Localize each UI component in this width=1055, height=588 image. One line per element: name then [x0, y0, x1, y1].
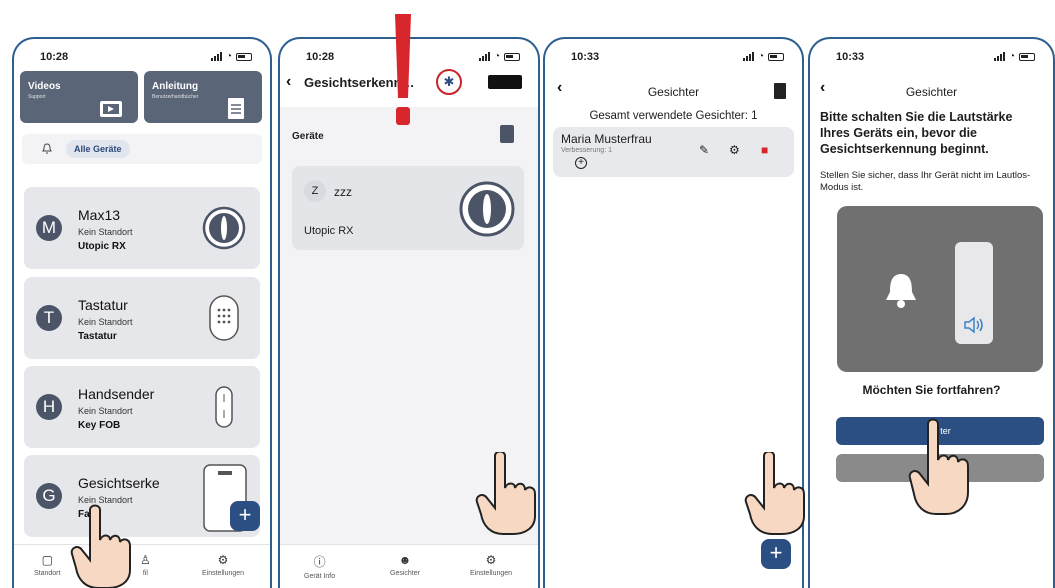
delete-trash-icon[interactable]: ■ [761, 143, 768, 157]
video-icon [100, 101, 122, 117]
device-battery-icon [488, 75, 522, 89]
battery-icon [768, 52, 784, 61]
nav-settings[interactable]: ⚙ Einstellungen [470, 553, 512, 577]
device-type: Tastatur [78, 331, 117, 342]
filter-pill-all-devices[interactable]: Alle Geräte [66, 140, 130, 158]
device-card[interactable]: Z zzz Utopic RX [292, 166, 524, 250]
warning-exclamation-icon [395, 14, 411, 125]
face-icon: ☻ [398, 553, 412, 567]
wifi-icon: ◔ [225, 51, 232, 62]
gear-icon: ⚙ [217, 553, 229, 567]
filter-bar: Alle Geräte [22, 134, 262, 164]
signal-icon [993, 52, 1005, 61]
lock-cylinder-icon [459, 181, 515, 237]
volume-illustration [837, 206, 1043, 372]
face-improvement: Verbesserung: 1 [561, 147, 612, 154]
signal-icon [210, 52, 222, 61]
avatar: M [36, 215, 62, 241]
pointing-hand-icon [744, 452, 805, 535]
pointing-hand-icon [475, 452, 536, 535]
avatar: Z [304, 180, 326, 202]
status-bar: 10:33 ◔ [810, 51, 1053, 67]
signal-icon [478, 52, 490, 61]
trash-icon[interactable] [774, 83, 786, 99]
face-name: Maria Musterfrau [561, 132, 652, 146]
clock: 10:33 [571, 51, 600, 63]
clock: 10:28 [306, 51, 335, 63]
add-circle-icon[interactable]: + [575, 157, 587, 169]
tile-subtitle: Benutzerhandbücher [152, 94, 199, 100]
avatar: T [36, 305, 62, 331]
nav-standort[interactable]: ▢ Standort [34, 553, 60, 577]
page-title: Gesichter [905, 85, 958, 99]
wifi-icon: ◔ [1008, 51, 1015, 62]
device-model: Utopic RX [304, 225, 354, 237]
volume-hint: Stellen Sie sicher, dass Ihr Gerät nicht… [820, 170, 1031, 193]
gear-icon: ⚙ [485, 553, 497, 567]
device-name: Max13 [78, 207, 121, 223]
nav-settings[interactable]: ⚙ Einstellungen [202, 553, 244, 577]
battery-icon [236, 52, 252, 61]
battery-icon [504, 52, 520, 61]
device-card[interactable]: T Tastatur Kein Standort Tastatur [24, 277, 260, 359]
back-button[interactable]: ‹ [286, 73, 291, 91]
wifi-icon: ◔ [757, 51, 764, 62]
device-name: Handsender [78, 386, 155, 402]
videos-tile[interactable]: Videos Support [20, 71, 138, 123]
keypad-icon [209, 295, 239, 341]
volume-question: Bitte schalten Sie die Lautstärke Ihres … [820, 110, 1013, 156]
face-card[interactable]: Maria Musterfrau Verbesserung: 1 + ✎ ⚙ ■ [553, 127, 794, 177]
clock: 10:33 [836, 51, 865, 63]
status-bar: 10:28 ◔ [14, 51, 270, 67]
key-fob-icon [215, 386, 233, 428]
face-count-summary: Gesamt verwendete Gesichter: 1 [589, 110, 758, 122]
tile-title: Videos [28, 81, 61, 92]
nav-device-info[interactable]: ⓘ Gerät Info [304, 553, 335, 580]
device-location: Kein Standort [78, 317, 133, 327]
add-face-button[interactable]: + [761, 539, 791, 569]
pointing-hand-icon [70, 504, 131, 588]
signal-icon [742, 52, 754, 61]
avatar: G [36, 483, 62, 509]
device-name: Gesichtserke [78, 475, 160, 491]
info-icon: ⓘ [313, 555, 326, 569]
device-card[interactable]: H Handsender Kein Standort Key FOB [24, 366, 260, 448]
avatar: H [36, 394, 62, 420]
battery-icon [1019, 52, 1035, 61]
speaker-icon [964, 316, 983, 334]
bell-icon[interactable] [42, 143, 52, 154]
home-icon: ▢ [41, 553, 53, 567]
edit-pencil-icon[interactable]: ✎ [699, 143, 709, 157]
gear-icon[interactable]: ⚙ [729, 143, 740, 157]
status-bar: 10:33 ◔ [545, 51, 802, 67]
device-location: Kein Standort [78, 406, 133, 416]
document-icon [228, 98, 244, 119]
manual-tile[interactable]: Anleitung Benutzerhandbücher [144, 71, 262, 123]
device-location: Kein Standort [78, 227, 133, 237]
device-type: Key FOB [78, 420, 121, 431]
document-icon[interactable] [500, 125, 514, 143]
tile-title: Anleitung [152, 81, 199, 92]
page-title: Gesichter [647, 85, 700, 99]
wifi-icon: ◔ [493, 51, 500, 62]
clock: 10:28 [40, 51, 69, 63]
device-type: Utopic RX [78, 241, 126, 252]
volume-slider [955, 242, 993, 344]
pointing-hand-icon [908, 418, 969, 515]
nav-faces[interactable]: ☻ Gesichter [390, 553, 420, 577]
bell-icon [886, 274, 916, 308]
bottom-nav: ⓘ Gerät Info ☻ Gesichter ⚙ Einstellungen [280, 544, 538, 588]
lock-cylinder-icon [202, 206, 246, 250]
continue-question: Möchten Sie fortfahren? [862, 383, 1001, 397]
section-title: Geräte [292, 131, 324, 142]
device-card[interactable]: M Max13 Kein Standort Utopic RX [24, 187, 260, 269]
tile-subtitle: Support [28, 94, 46, 100]
add-device-button[interactable]: + [230, 501, 260, 531]
device-name: zzz [334, 185, 352, 199]
bluetooth-icon[interactable]: ✱ [436, 69, 462, 95]
device-name: Tastatur [78, 297, 128, 313]
